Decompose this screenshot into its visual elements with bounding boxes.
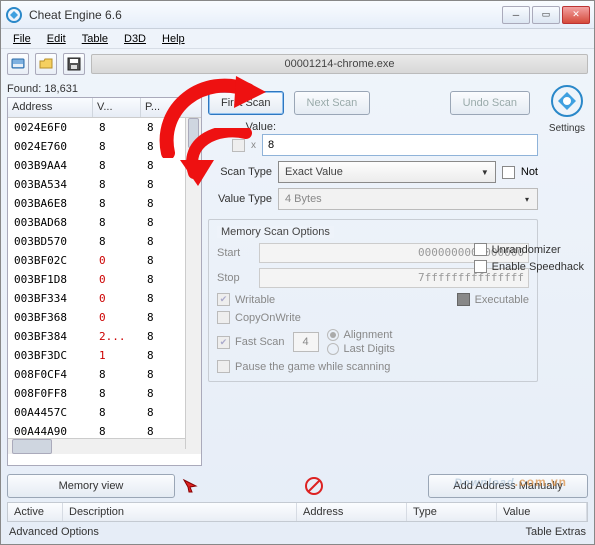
table-row[interactable]: 0024E6F088 [8, 118, 201, 137]
fast-scan-value[interactable]: 4 [293, 332, 319, 352]
minimize-button[interactable]: ─ [502, 6, 530, 24]
table-row[interactable]: 00A4457C88 [8, 403, 201, 422]
undo-scan-button[interactable]: Undo Scan [450, 91, 530, 115]
start-label: Start [217, 247, 251, 259]
value-type-label: Value Type [208, 193, 272, 205]
cheat-table-header: Active Description Address Type Value [7, 502, 588, 522]
copyonwrite-checkbox[interactable] [217, 311, 230, 324]
titlebar: Cheat Engine 6.6 ─ ▭ ✕ [1, 1, 594, 29]
table-row[interactable]: 003BA6E888 [8, 194, 201, 213]
table-row[interactable]: 003BF02C08 [8, 251, 201, 270]
table-row[interactable]: 003B9AA488 [8, 156, 201, 175]
pause-checkbox[interactable] [217, 360, 230, 373]
first-scan-button[interactable]: First Scan [208, 91, 284, 115]
alignment-radio[interactable] [327, 329, 339, 341]
save-button[interactable] [63, 53, 85, 75]
col-value[interactable]: V... [93, 98, 141, 117]
scan-type-combo[interactable]: Exact Value▼ [278, 161, 496, 183]
menubar: File Edit Table D3D Help [1, 29, 594, 49]
found-count-label: Found: 18,631 [7, 81, 202, 97]
horizontal-scrollbar[interactable] [8, 438, 201, 454]
menu-d3d[interactable]: D3D [118, 31, 152, 47]
memory-view-button[interactable]: Memory view [7, 474, 175, 498]
results-body[interactable]: 0024E6F0880024E76088003B9AA488003BA53488… [8, 118, 201, 438]
col-address2[interactable]: Address [297, 503, 407, 521]
col-address[interactable]: Address [8, 98, 93, 117]
unrandomizer-checkbox[interactable] [474, 243, 487, 256]
results-table: Address V... P... 0024E6F0880024E7608800… [7, 97, 202, 466]
executable-checkbox[interactable] [457, 293, 470, 306]
table-row[interactable]: 008F0FF888 [8, 384, 201, 403]
table-row[interactable]: 0024E76088 [8, 137, 201, 156]
fast-scan-checkbox[interactable]: ✔ [217, 336, 230, 349]
col-value2[interactable]: Value [497, 503, 587, 521]
col-previous[interactable]: P... [141, 98, 181, 117]
menu-help[interactable]: Help [156, 31, 191, 47]
chevron-down-icon: ▾ [520, 192, 534, 206]
table-row[interactable]: 003BF3DC18 [8, 346, 201, 365]
vertical-scrollbar[interactable] [185, 118, 201, 449]
settings-icon[interactable] [547, 81, 587, 121]
table-row[interactable]: 003BF36808 [8, 308, 201, 327]
window-title: Cheat Engine 6.6 [29, 8, 502, 22]
chevron-down-icon: ▼ [478, 165, 492, 179]
close-button[interactable]: ✕ [562, 6, 590, 24]
table-row[interactable]: 003BA53488 [8, 175, 201, 194]
table-row[interactable]: 003BF33408 [8, 289, 201, 308]
found-count: 18,631 [44, 83, 78, 95]
value-input[interactable] [262, 134, 538, 156]
writable-checkbox[interactable]: ✔ [217, 293, 230, 306]
scan-type-label: Scan Type [208, 166, 272, 178]
open-button[interactable] [35, 53, 57, 75]
col-type[interactable]: Type [407, 503, 497, 521]
menu-edit[interactable]: Edit [41, 31, 72, 47]
table-row[interactable]: 003BAD6888 [8, 213, 201, 232]
value-label: Value: [208, 121, 276, 133]
menu-file[interactable]: File [7, 31, 37, 47]
cancel-icon[interactable] [303, 475, 325, 497]
advanced-options-button[interactable]: Advanced Options [9, 526, 99, 538]
stop-label: Stop [217, 272, 251, 284]
table-row[interactable]: 003BF1D808 [8, 270, 201, 289]
next-scan-button[interactable]: Next Scan [294, 91, 371, 115]
app-icon [5, 6, 23, 24]
process-name: 00001214-chrome.exe [284, 58, 394, 70]
table-row[interactable]: 003BF3842...8 [8, 327, 201, 346]
table-row[interactable]: 00A44A9088 [8, 422, 201, 438]
col-active[interactable]: Active [8, 503, 63, 521]
not-checkbox[interactable] [502, 166, 515, 179]
process-name-bar[interactable]: 00001214-chrome.exe [91, 54, 588, 74]
last-digits-radio[interactable] [327, 343, 339, 355]
table-extras-button[interactable]: Table Extras [525, 526, 586, 538]
col-description[interactable]: Description [63, 503, 297, 521]
select-process-button[interactable] [7, 53, 29, 75]
settings-label[interactable]: Settings [544, 123, 590, 134]
value-type-combo[interactable]: 4 Bytes▾ [278, 188, 538, 210]
watermark: Download.com.vn [454, 463, 567, 493]
hex-checkbox[interactable] [232, 139, 245, 152]
mso-legend: Memory Scan Options [217, 226, 334, 238]
pointer-icon[interactable] [181, 477, 199, 495]
not-label: Not [521, 166, 538, 178]
table-row[interactable]: 003BD57088 [8, 232, 201, 251]
maximize-button[interactable]: ▭ [532, 6, 560, 24]
speedhack-checkbox[interactable] [474, 260, 487, 273]
table-row[interactable]: 008F0CF488 [8, 365, 201, 384]
menu-table[interactable]: Table [76, 31, 114, 47]
